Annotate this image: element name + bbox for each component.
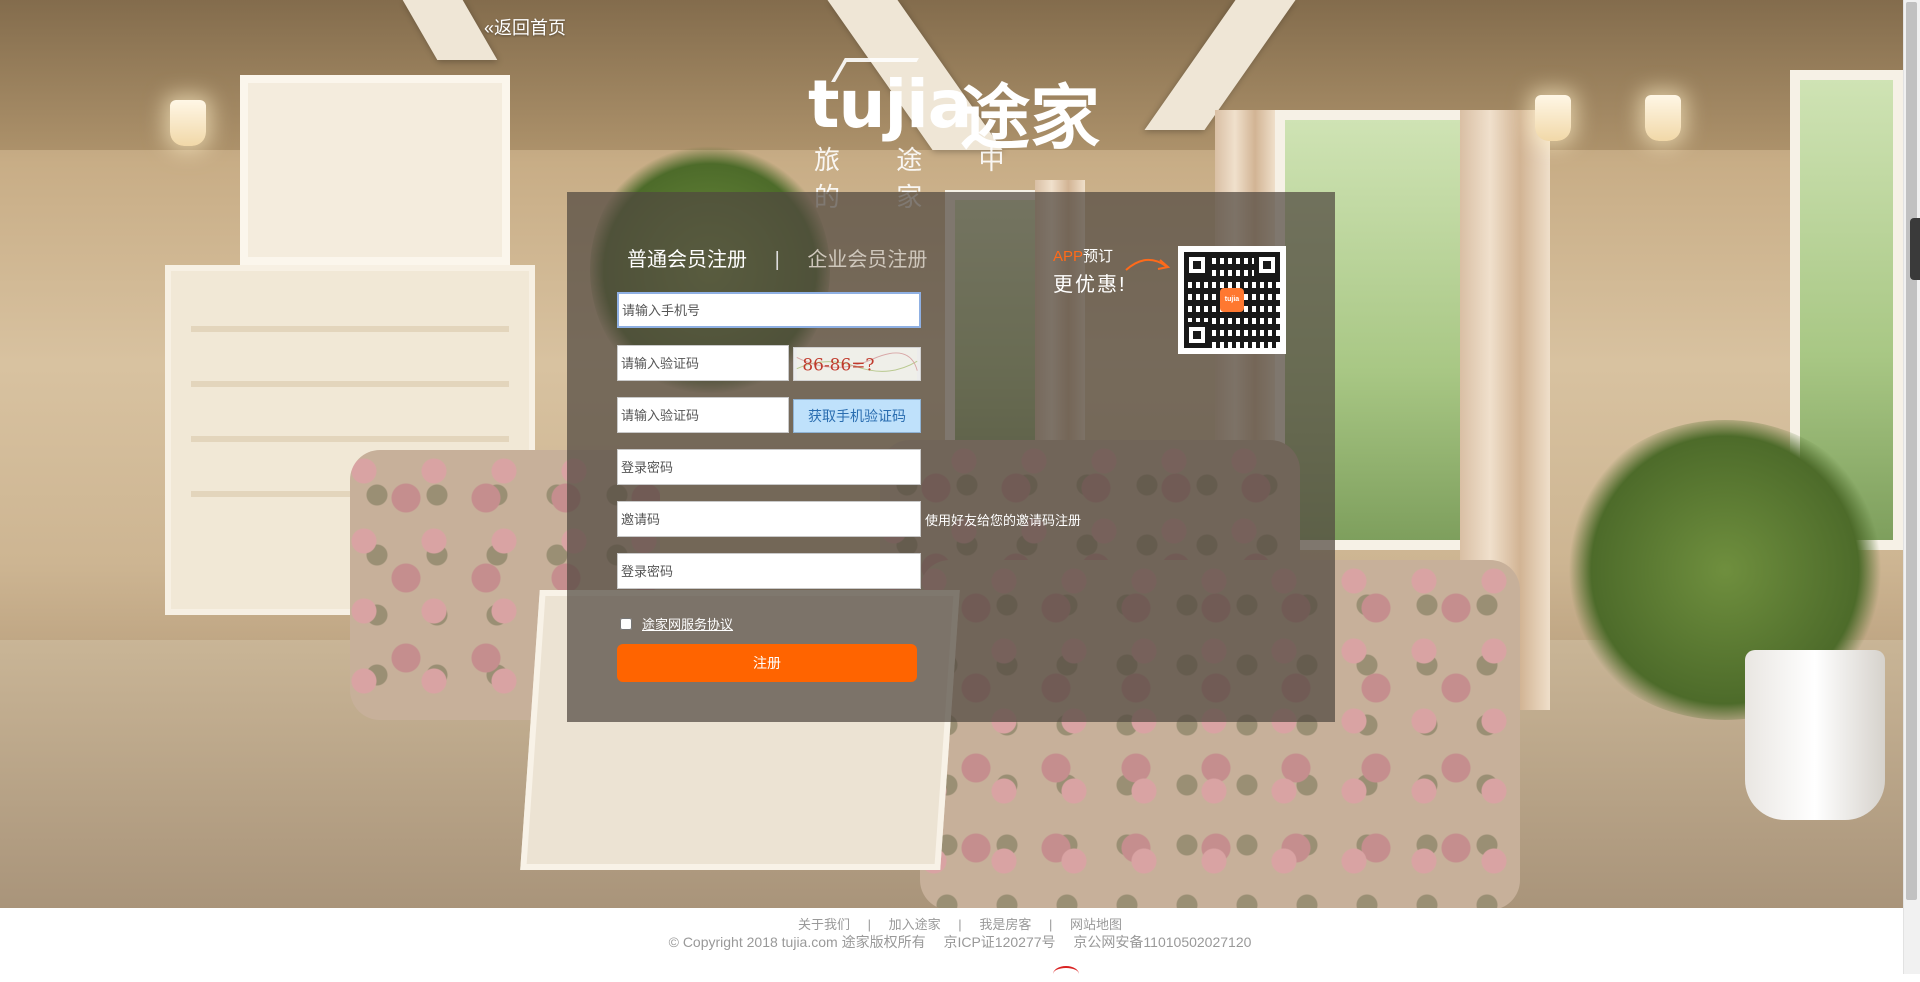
footer-link-sitemap[interactable]: 网站地图 (1070, 917, 1122, 932)
app-label: APP (1053, 248, 1084, 265)
qr-logo: tujia (1220, 288, 1244, 312)
phone-input[interactable] (617, 292, 921, 328)
wall-lamp (1645, 95, 1681, 141)
service-agreement-link[interactable]: 途家网服务协议 (642, 614, 733, 633)
register-button[interactable]: 注册 (617, 644, 917, 682)
scrollbar-thumb[interactable] (1906, 2, 1917, 900)
confirm-password-input[interactable] (617, 553, 921, 589)
arrow-icon (1125, 259, 1171, 271)
police-badge-icon (1053, 966, 1079, 982)
tujia-logo[interactable]: tujia 途家 旅 途 中 的 家 (808, 58, 1108, 213)
book-label: 预订 (1083, 248, 1114, 265)
get-sms-code-button[interactable]: 获取手机验证码 (793, 399, 921, 433)
sms-code-input[interactable] (617, 397, 789, 433)
footer-link-guest[interactable]: 我是房客 (979, 917, 1031, 932)
page-scrollbar[interactable] (1903, 0, 1920, 974)
footer-separator: | (867, 917, 872, 932)
footer-separator: | (958, 917, 962, 932)
qr-finder (1254, 252, 1280, 278)
qr-finder (1184, 322, 1210, 348)
wall-lamp (170, 100, 206, 146)
side-float-widget[interactable] (1910, 218, 1920, 280)
icp-text: 京ICP证120277号 (943, 934, 1056, 950)
better-price-label: 更优惠! (1053, 274, 1127, 296)
wall-lamp (1535, 95, 1571, 141)
app-promo: APP预订 更优惠! (1053, 245, 1193, 297)
logo-latin: tujia (808, 66, 972, 143)
invite-code-input[interactable] (617, 501, 921, 537)
tab-separator: | (774, 249, 780, 271)
checkbox-icon[interactable] (620, 617, 632, 630)
captcha-input[interactable] (617, 345, 789, 381)
police-record-text: 京公网安备11010502027120 (1073, 934, 1252, 950)
back-home-link[interactable]: «返回首页 (484, 14, 566, 40)
plant-pot (1745, 650, 1885, 820)
qr-code-icon: tujia (1178, 246, 1286, 354)
footer-copyright: © Copyright 2018 tujia.com 途家版权所有 京ICP证1… (0, 932, 1920, 952)
footer-separator: | (1048, 917, 1053, 932)
agreement-row: 途家网服务协议 (620, 614, 733, 633)
footer-link-join[interactable]: 加入途家 (889, 917, 941, 932)
captcha-graphic: 86-86=? (796, 348, 918, 380)
captcha-image[interactable]: 86-86=? (793, 347, 921, 381)
register-tabs: 普通会员注册 | 企业会员注册 (627, 243, 927, 272)
footer-links: 关于我们 | 加入途家 | 我是房客 | 网站地图 (0, 914, 1920, 933)
copyright-text: © Copyright 2018 tujia.com 途家版权所有 (668, 934, 926, 950)
invite-hint: 使用好友给您的邀请码注册 (925, 513, 1082, 528)
captcha-text: 86-86=? (802, 355, 874, 375)
doorway (240, 75, 510, 265)
footer-link-about[interactable]: 关于我们 (798, 917, 850, 932)
password-input[interactable] (617, 449, 921, 485)
tab-personal-register[interactable]: 普通会员注册 (627, 243, 747, 272)
qr-pattern: tujia (1184, 252, 1280, 348)
tab-business-register[interactable]: 企业会员注册 (807, 243, 927, 272)
qr-finder (1184, 252, 1210, 278)
